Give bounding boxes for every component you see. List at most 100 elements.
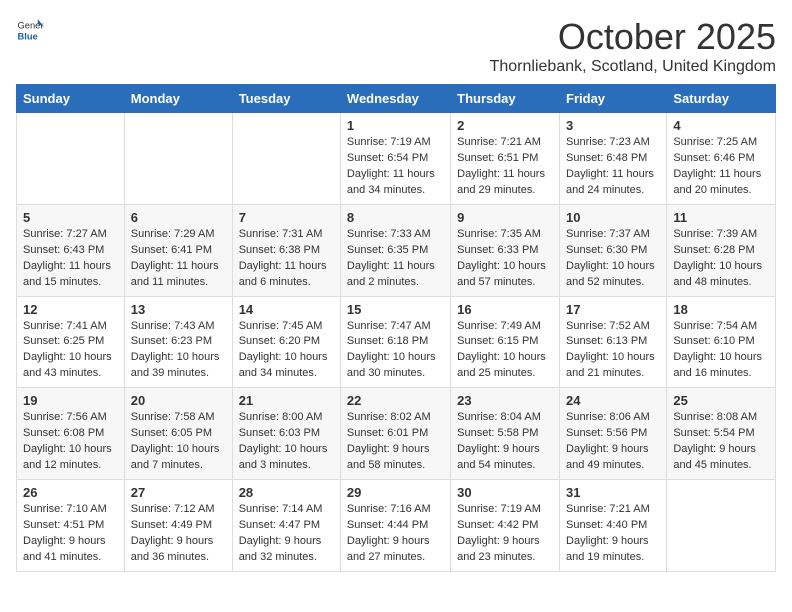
day-number: 22 <box>347 393 444 408</box>
calendar-cell: 4 Sunrise: 7:25 AM Sunset: 6:46 PM Daylig… <box>667 113 776 205</box>
calendar-cell: 20Sunrise: 7:58 AM Sunset: 6:05 PM Dayli… <box>124 388 232 480</box>
calendar-cell: 2 Sunrise: 7:21 AM Sunset: 6:51 PM Daylig… <box>451 113 560 205</box>
day-info: Sunrise: 7:21 AM Sunset: 4:40 PM Dayligh… <box>566 502 660 566</box>
day-number: 13 <box>131 302 226 317</box>
day-number: 7 <box>239 210 334 225</box>
day-number: 1 <box>347 118 444 133</box>
day-info: Sunrise: 8:06 AM Sunset: 5:56 PM Dayligh… <box>566 410 660 474</box>
calendar-cell: 10Sunrise: 7:37 AM Sunset: 6:30 PM Dayli… <box>560 204 667 296</box>
day-number: 30 <box>457 485 553 500</box>
day-number: 10 <box>566 210 660 225</box>
calendar-cell: 8 Sunrise: 7:33 AM Sunset: 6:35 PM Daylig… <box>340 204 450 296</box>
month-title: October 2025 <box>490 16 776 58</box>
day-info: Sunrise: 7:56 AM Sunset: 6:08 PM Dayligh… <box>23 410 118 474</box>
calendar-cell: 31 Sunrise: 7:21 AM Sunset: 4:40 PM Dayli… <box>560 480 667 572</box>
calendar-cell <box>17 113 125 205</box>
calendar-cell: 26 Sunrise: 7:10 AM Sunset: 4:51 PM Dayli… <box>17 480 125 572</box>
day-number: 4 <box>673 118 769 133</box>
day-info: Sunrise: 7:23 AM Sunset: 6:48 PM Dayligh… <box>566 135 660 199</box>
day-number: 31 <box>566 485 660 500</box>
day-info: Sunrise: 7:41 AM Sunset: 6:25 PM Dayligh… <box>23 319 118 383</box>
day-number: 25 <box>673 393 769 408</box>
day-number: 12 <box>23 302 118 317</box>
day-info: Sunrise: 7:29 AM Sunset: 6:41 PM Dayligh… <box>131 227 226 291</box>
calendar-cell: 23 Sunrise: 8:04 AM Sunset: 5:58 PM Dayli… <box>451 388 560 480</box>
svg-text:Blue: Blue <box>18 31 38 41</box>
day-info: Sunrise: 8:08 AM Sunset: 5:54 PM Dayligh… <box>673 410 769 474</box>
header-friday: Friday <box>560 85 667 113</box>
calendar-cell: 16 Sunrise: 7:49 AM Sunset: 6:15 PM Dayli… <box>451 296 560 388</box>
day-number: 17 <box>566 302 660 317</box>
day-number: 5 <box>23 210 118 225</box>
calendar-cell: 21Sunrise: 8:00 AM Sunset: 6:03 PM Dayli… <box>232 388 340 480</box>
day-info: Sunrise: 7:31 AM Sunset: 6:38 PM Dayligh… <box>239 227 334 291</box>
day-info: Sunrise: 7:35 AM Sunset: 6:33 PM Dayligh… <box>457 227 553 291</box>
calendar-cell: 28 Sunrise: 7:14 AM Sunset: 4:47 PM Dayli… <box>232 480 340 572</box>
day-info: Sunrise: 7:47 AM Sunset: 6:18 PM Dayligh… <box>347 319 444 383</box>
day-number: 16 <box>457 302 553 317</box>
day-info: Sunrise: 7:25 AM Sunset: 6:46 PM Dayligh… <box>673 135 769 199</box>
day-number: 24 <box>566 393 660 408</box>
day-number: 29 <box>347 485 444 500</box>
header-tuesday: Tuesday <box>232 85 340 113</box>
day-info: Sunrise: 7:10 AM Sunset: 4:51 PM Dayligh… <box>23 502 118 566</box>
calendar-cell: 27Sunrise: 7:12 AM Sunset: 4:49 PM Dayli… <box>124 480 232 572</box>
calendar-cell: 7 Sunrise: 7:31 AM Sunset: 6:38 PM Daylig… <box>232 204 340 296</box>
calendar-cell: 9 Sunrise: 7:35 AM Sunset: 6:33 PM Daylig… <box>451 204 560 296</box>
day-info: Sunrise: 7:21 AM Sunset: 6:51 PM Dayligh… <box>457 135 553 199</box>
calendar-cell: 22 Sunrise: 8:02 AM Sunset: 6:01 PM Dayli… <box>340 388 450 480</box>
day-number: 11 <box>673 210 769 225</box>
header-monday: Monday <box>124 85 232 113</box>
day-number: 2 <box>457 118 553 133</box>
day-number: 15 <box>347 302 444 317</box>
header-sunday: Sunday <box>17 85 125 113</box>
day-info: Sunrise: 8:02 AM Sunset: 6:01 PM Dayligh… <box>347 410 444 474</box>
calendar-cell: 15 Sunrise: 7:47 AM Sunset: 6:18 PM Dayli… <box>340 296 450 388</box>
title-area: October 2025 Thornliebank, Scotland, Uni… <box>490 16 776 76</box>
calendar-cell: 12 Sunrise: 7:41 AM Sunset: 6:25 PM Dayli… <box>17 296 125 388</box>
calendar-cell <box>124 113 232 205</box>
day-info: Sunrise: 7:43 AM Sunset: 6:23 PM Dayligh… <box>131 319 226 383</box>
day-info: Sunrise: 7:19 AM Sunset: 6:54 PM Dayligh… <box>347 135 444 199</box>
logo: General Blue <box>16 16 44 44</box>
header-row: Sunday Monday Tuesday Wednesday Thursday… <box>17 85 776 113</box>
day-info: Sunrise: 7:14 AM Sunset: 4:47 PM Dayligh… <box>239 502 334 566</box>
day-number: 9 <box>457 210 553 225</box>
calendar-cell: 11 Sunrise: 7:39 AM Sunset: 6:28 PM Dayli… <box>667 204 776 296</box>
week-row-1: 5 Sunrise: 7:27 AM Sunset: 6:43 PM Daylig… <box>17 204 776 296</box>
day-number: 18 <box>673 302 769 317</box>
day-number: 8 <box>347 210 444 225</box>
page-header: General Blue October 2025 Thornliebank, … <box>16 16 776 76</box>
day-info: Sunrise: 7:45 AM Sunset: 6:20 PM Dayligh… <box>239 319 334 383</box>
day-number: 27 <box>131 485 226 500</box>
week-row-4: 26 Sunrise: 7:10 AM Sunset: 4:51 PM Dayli… <box>17 480 776 572</box>
header-saturday: Saturday <box>667 85 776 113</box>
calendar-cell: 17Sunrise: 7:52 AM Sunset: 6:13 PM Dayli… <box>560 296 667 388</box>
calendar-cell: 5 Sunrise: 7:27 AM Sunset: 6:43 PM Daylig… <box>17 204 125 296</box>
header-wednesday: Wednesday <box>340 85 450 113</box>
day-info: Sunrise: 7:54 AM Sunset: 6:10 PM Dayligh… <box>673 319 769 383</box>
day-number: 26 <box>23 485 118 500</box>
calendar-cell <box>232 113 340 205</box>
day-info: Sunrise: 7:27 AM Sunset: 6:43 PM Dayligh… <box>23 227 118 291</box>
day-info: Sunrise: 7:49 AM Sunset: 6:15 PM Dayligh… <box>457 319 553 383</box>
day-info: Sunrise: 8:04 AM Sunset: 5:58 PM Dayligh… <box>457 410 553 474</box>
day-number: 23 <box>457 393 553 408</box>
day-number: 28 <box>239 485 334 500</box>
day-info: Sunrise: 7:39 AM Sunset: 6:28 PM Dayligh… <box>673 227 769 291</box>
calendar-cell: 14 Sunrise: 7:45 AM Sunset: 6:20 PM Dayli… <box>232 296 340 388</box>
calendar-cell: 29Sunrise: 7:16 AM Sunset: 4:44 PM Dayli… <box>340 480 450 572</box>
day-number: 19 <box>23 393 118 408</box>
header-thursday: Thursday <box>451 85 560 113</box>
day-number: 20 <box>131 393 226 408</box>
calendar-cell: 30Sunrise: 7:19 AM Sunset: 4:42 PM Dayli… <box>451 480 560 572</box>
logo-icon: General Blue <box>16 16 44 44</box>
day-info: Sunrise: 7:33 AM Sunset: 6:35 PM Dayligh… <box>347 227 444 291</box>
calendar-cell: 25 Sunrise: 8:08 AM Sunset: 5:54 PM Dayli… <box>667 388 776 480</box>
day-number: 14 <box>239 302 334 317</box>
calendar-cell: 18 Sunrise: 7:54 AM Sunset: 6:10 PM Dayli… <box>667 296 776 388</box>
day-number: 6 <box>131 210 226 225</box>
calendar-table: Sunday Monday Tuesday Wednesday Thursday… <box>16 84 776 572</box>
calendar-cell: 19 Sunrise: 7:56 AM Sunset: 6:08 PM Dayli… <box>17 388 125 480</box>
week-row-2: 12 Sunrise: 7:41 AM Sunset: 6:25 PM Dayli… <box>17 296 776 388</box>
